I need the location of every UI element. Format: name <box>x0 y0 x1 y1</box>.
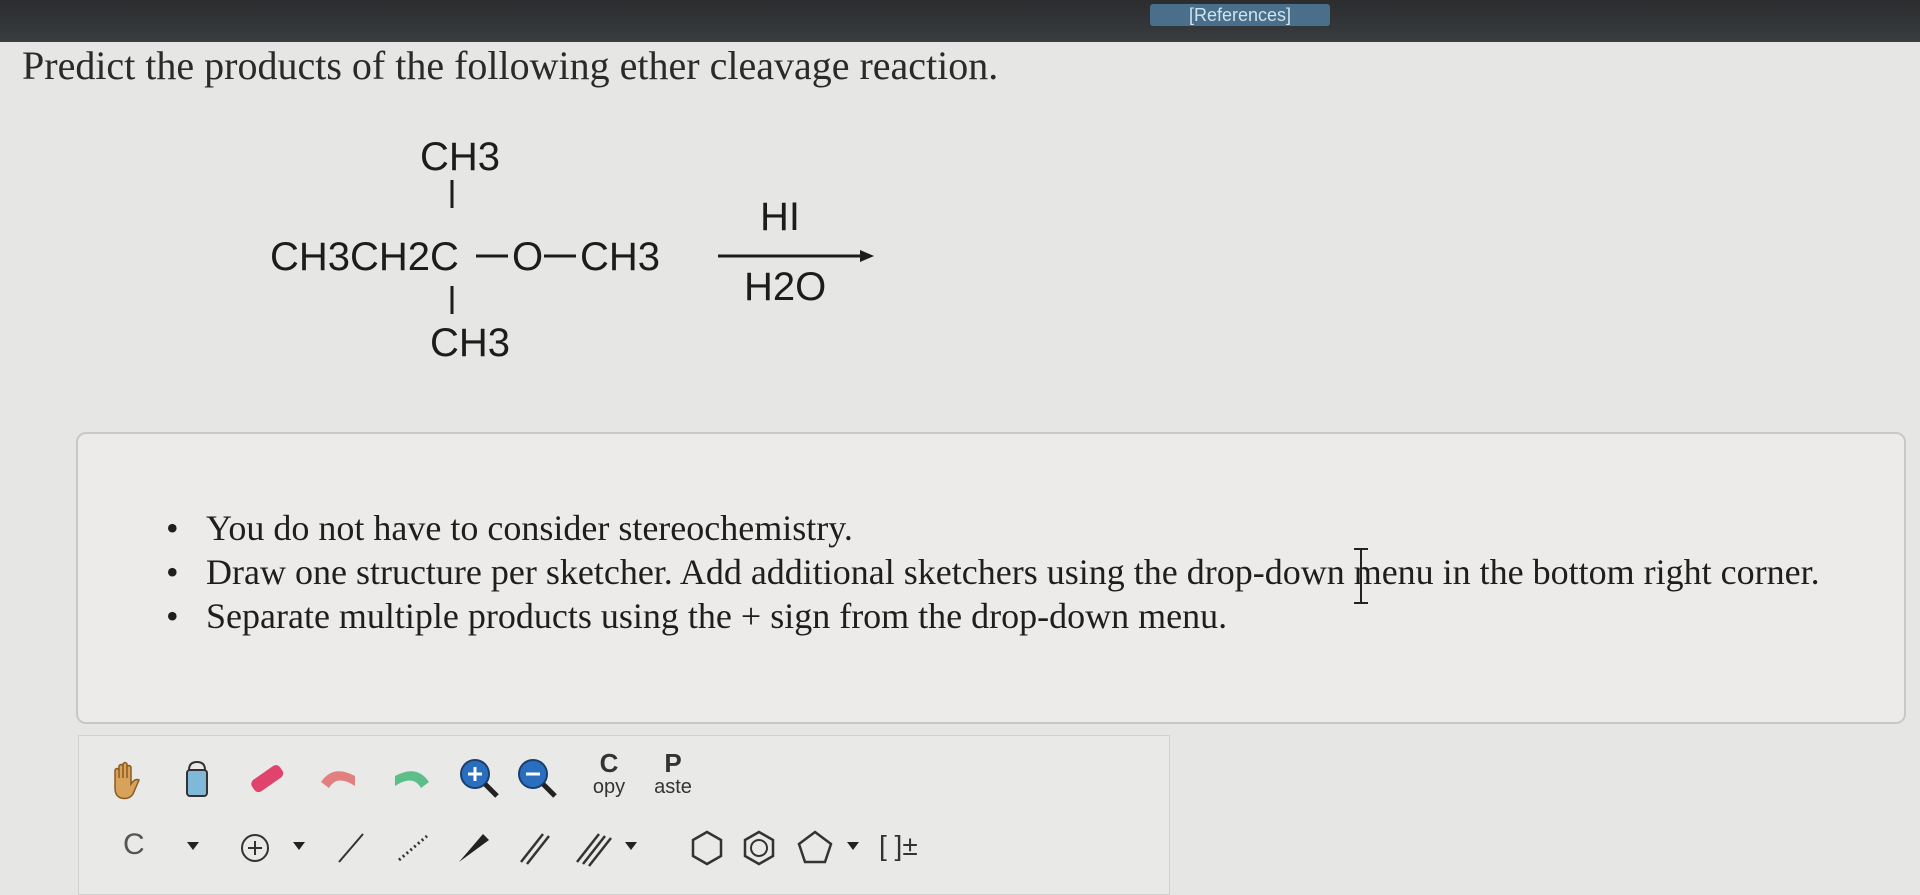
reagent-water: H2O <box>744 265 826 309</box>
benzene-tool[interactable] <box>731 820 787 876</box>
single-bond-tool[interactable] <box>323 820 379 876</box>
triple-bond-icon <box>576 833 612 867</box>
question-text: Predict the products of the following et… <box>22 43 999 88</box>
text-cursor-icon <box>1354 548 1368 604</box>
wedge-bond-icon <box>459 834 489 862</box>
dashed-bond-icon <box>398 834 428 862</box>
copy-button[interactable]: C opy <box>583 750 635 798</box>
charge-tool[interactable] <box>227 820 283 876</box>
pentagon-icon <box>797 830 833 864</box>
lasso-tool[interactable] <box>169 752 225 808</box>
instruction-item: Separate multiple products using the + s… <box>166 594 1820 638</box>
single-bond-icon <box>338 833 364 863</box>
ring-dropdown-icon[interactable] <box>847 842 859 850</box>
triple-bond-tool[interactable] <box>565 820 621 876</box>
zoom-in-button[interactable] <box>451 750 507 806</box>
undo-button[interactable] <box>311 752 367 808</box>
eraser-icon <box>251 765 284 793</box>
benzene-icon <box>743 830 775 866</box>
references-button[interactable]: [References] <box>1150 4 1330 26</box>
paste-button[interactable]: P aste <box>645 750 701 798</box>
bracket-tool[interactable]: [ ]± <box>879 830 918 862</box>
hand-icon <box>114 761 140 800</box>
cyclopentane-tool[interactable] <box>787 820 843 876</box>
ether-oxygen: O <box>512 235 543 279</box>
wedge-bond-tool[interactable] <box>445 820 501 876</box>
instructions-list: You do not have to consider stereochemis… <box>166 506 1820 638</box>
bottom-methyl: CH3 <box>430 321 510 365</box>
zoom-out-icon <box>518 759 557 798</box>
charge-dropdown-icon[interactable] <box>293 842 305 850</box>
paste-initial: P <box>664 748 682 778</box>
element-dropdown-icon[interactable] <box>187 842 199 850</box>
cyclohexane-tool[interactable] <box>679 820 735 876</box>
plus-charge-icon <box>241 834 269 862</box>
double-bond-icon <box>520 833 550 865</box>
redo-button[interactable] <box>383 752 439 808</box>
right-methyl: CH3 <box>580 235 660 279</box>
reagent-hi: HI <box>760 195 800 239</box>
top-methyl: CH3 <box>420 135 500 179</box>
hand-tool[interactable] <box>99 752 155 808</box>
main-chain-text: CH3CH2C <box>270 235 459 279</box>
paste-rest: aste <box>654 776 692 798</box>
reaction-structure: CH3 CH3CH2C O CH3 CH3 HI H2O <box>270 135 874 365</box>
undo-icon <box>321 771 355 788</box>
zoom-out-button[interactable] <box>509 750 565 806</box>
bond-dropdown-icon[interactable] <box>625 842 637 850</box>
lasso-icon <box>186 760 208 797</box>
element-selector[interactable]: C <box>123 828 145 862</box>
instruction-item: Draw one structure per sketcher. Add add… <box>166 550 1820 594</box>
instructions-panel: You do not have to consider stereochemis… <box>76 432 1906 724</box>
top-bar: [References] <box>0 0 1920 42</box>
copy-rest: opy <box>592 776 626 798</box>
instruction-item: You do not have to consider stereochemis… <box>166 506 1820 550</box>
eraser-tool[interactable] <box>239 752 295 808</box>
hexagon-icon <box>691 830 723 866</box>
dashed-bond-tool[interactable] <box>385 820 441 876</box>
redo-icon <box>395 771 429 788</box>
double-bond-tool[interactable] <box>507 820 563 876</box>
zoom-in-icon <box>460 759 499 798</box>
sketcher-toolbar: C opy P aste C []± <box>78 735 1170 895</box>
copy-initial: C <box>599 748 619 778</box>
